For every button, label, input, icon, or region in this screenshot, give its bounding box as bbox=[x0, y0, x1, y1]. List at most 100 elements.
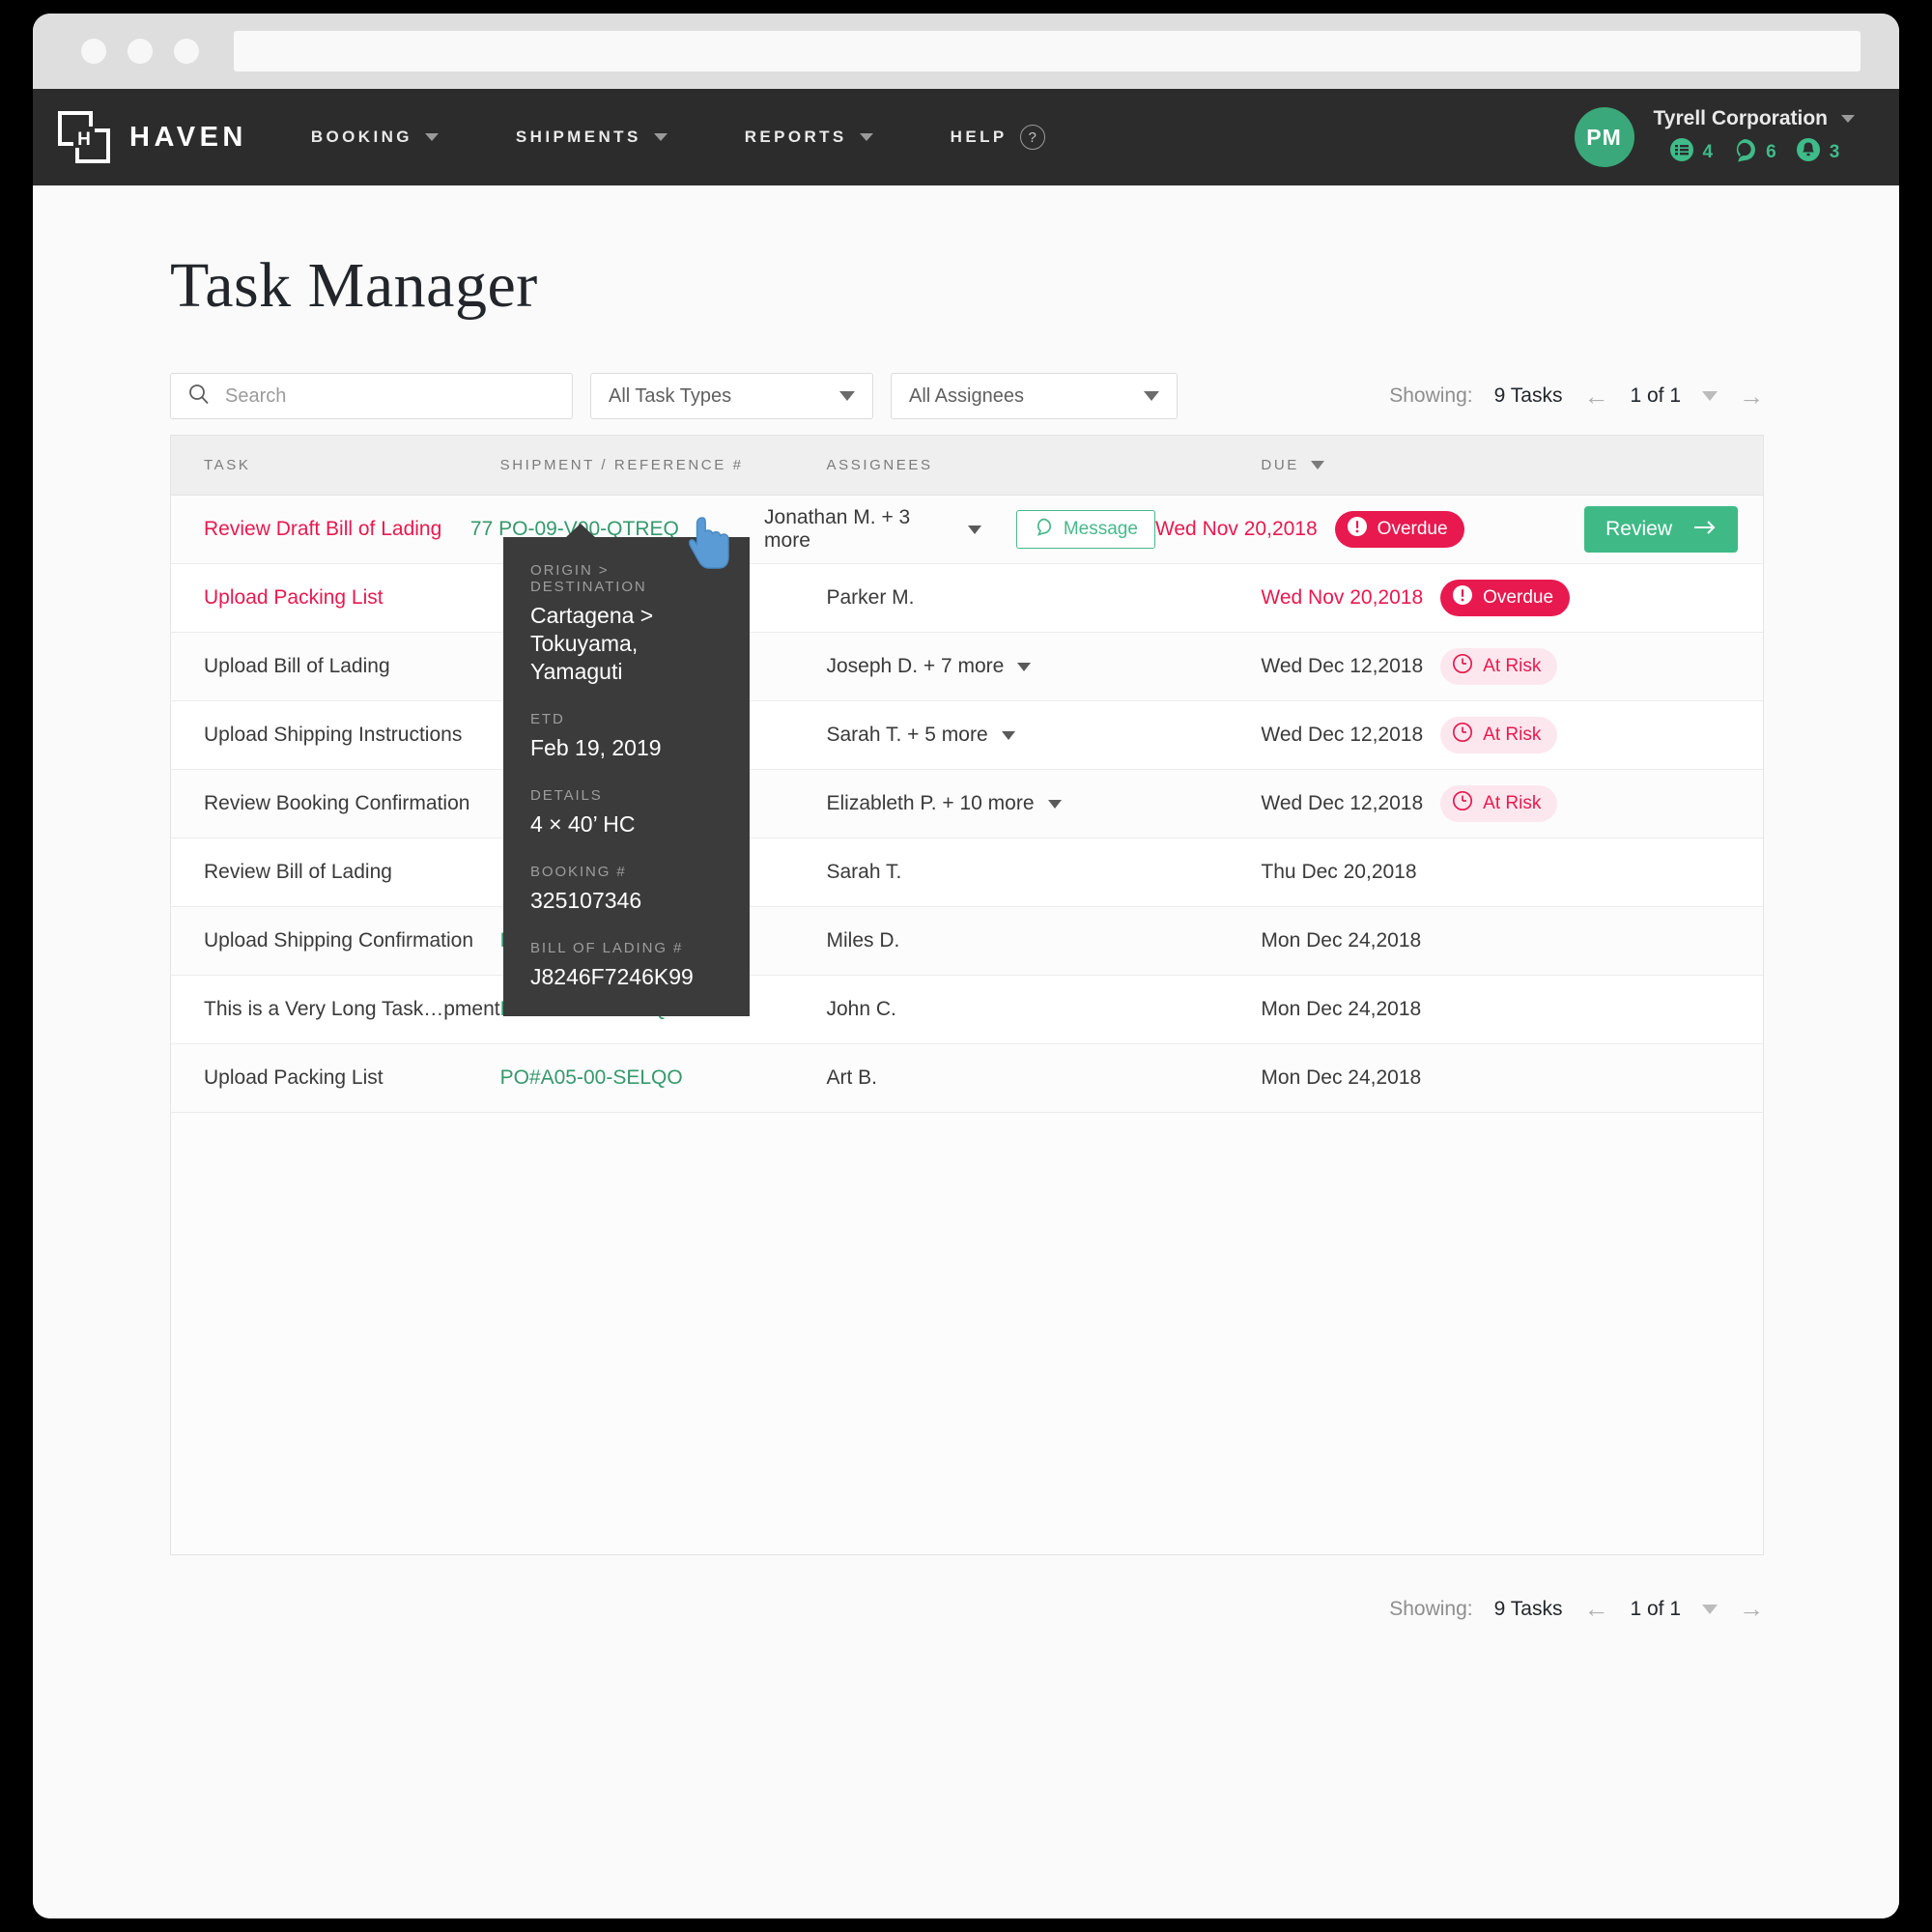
filter-bar: All Task Types All Assignees Showing: 9 … bbox=[33, 323, 1899, 427]
due-date: Wed Dec 12,2018 bbox=[1261, 655, 1424, 677]
due-cell: Wed Dec 12,2018 At Risk bbox=[1261, 717, 1738, 753]
status-badge: At Risk bbox=[1440, 717, 1558, 753]
exclamation-circle-icon bbox=[1452, 584, 1473, 611]
brand-name: HAVEN bbox=[129, 121, 247, 153]
minimize-icon[interactable] bbox=[128, 39, 153, 64]
page-indicator: 1 of 1 bbox=[1630, 1597, 1681, 1620]
status-badge-label: At Risk bbox=[1483, 724, 1542, 745]
chevron-down-icon[interactable] bbox=[1047, 799, 1062, 809]
clock-icon bbox=[1452, 790, 1473, 817]
chevron-down-icon[interactable] bbox=[967, 525, 981, 534]
page-select-chevron-down-icon[interactable] bbox=[1702, 1604, 1718, 1614]
chevron-down-icon bbox=[1144, 391, 1159, 401]
showing-label: Showing: bbox=[1389, 1597, 1473, 1620]
chevron-down-icon bbox=[839, 391, 855, 401]
alerts-badge[interactable]: 3 bbox=[1796, 137, 1839, 167]
nav-item-label: SHIPMENTS bbox=[515, 128, 641, 146]
table-header-row: TASK SHIPMENT / REFERENCE # ASSIGNEES DU… bbox=[171, 436, 1763, 496]
tasks-list-icon bbox=[1669, 137, 1694, 167]
shipment-reference-link[interactable]: PO#A05-00-SELQO bbox=[500, 1066, 683, 1089]
nav-item-label: REPORTS bbox=[744, 128, 847, 146]
table-row[interactable]: This is a Very Long Task…pmentPO#A05-00-… bbox=[171, 976, 1763, 1044]
assignees-cell: Joseph D. + 7 more bbox=[827, 655, 1262, 678]
page-select-chevron-down-icon[interactable] bbox=[1702, 391, 1718, 401]
table-row[interactable]: Review Draft Bill of Lading 77 PO-09-V00-… bbox=[171, 496, 1763, 564]
task-type-filter[interactable]: All Task Types bbox=[590, 373, 873, 419]
task-name[interactable]: Upload Bill of Lading bbox=[171, 655, 500, 678]
tasks-badge[interactable]: 4 bbox=[1669, 137, 1714, 167]
assignee-name: Sarah T. bbox=[826, 861, 902, 883]
review-button[interactable]: Review bbox=[1584, 506, 1738, 553]
task-name[interactable]: Upload Shipping Instructions bbox=[171, 724, 500, 747]
assignees-cell: John C. bbox=[827, 998, 1262, 1021]
prev-page-button[interactable]: ← bbox=[1583, 1594, 1608, 1624]
org-switcher[interactable]: Tyrell Corporation bbox=[1654, 107, 1855, 130]
messages-badge-count: 6 bbox=[1766, 141, 1776, 162]
table-row[interactable]: Review Booking Confirmation Elizableth P.… bbox=[171, 770, 1763, 838]
address-bar[interactable] bbox=[234, 31, 1861, 71]
avatar[interactable]: PM bbox=[1574, 107, 1634, 167]
pagination-bottom: Showing: 9 Tasks ← 1 of 1 → bbox=[1389, 1594, 1764, 1624]
maximize-icon[interactable] bbox=[174, 39, 199, 64]
page-title: Task Manager bbox=[170, 250, 538, 321]
bell-icon bbox=[1796, 137, 1821, 167]
sort-descending-icon bbox=[1310, 461, 1324, 469]
search-input[interactable] bbox=[225, 384, 554, 408]
chevron-down-icon[interactable] bbox=[1017, 662, 1032, 671]
brand-logo[interactable]: H HAVEN bbox=[58, 111, 247, 163]
status-badge: At Risk bbox=[1440, 785, 1558, 822]
table-row[interactable]: Review Bill of Lading Sarah T. Thu Dec 20,… bbox=[171, 838, 1763, 907]
table-row[interactable]: Upload Packing List Parker M. Wed Nov 20,2… bbox=[171, 564, 1763, 633]
message-button[interactable]: Message bbox=[1015, 510, 1155, 549]
assignees-cell: Miles D. bbox=[827, 929, 1262, 952]
tooltip-body: ORIGIN > DESTINATION Cartagena > Tokuyama,… bbox=[530, 562, 724, 991]
showing-count: 9 Tasks bbox=[1493, 1597, 1563, 1620]
shipment-reference-cell: PO#A05-00-SELQO bbox=[500, 1066, 827, 1090]
column-header-task: TASK bbox=[204, 457, 251, 473]
task-name[interactable]: Upload Packing List bbox=[171, 1066, 500, 1090]
window-controls bbox=[81, 39, 199, 64]
task-name[interactable]: Review Draft Bill of Lading bbox=[171, 518, 470, 541]
close-icon[interactable] bbox=[81, 39, 106, 64]
nav-menu: BOOKING SHIPMENTS REPORTS HELP ? bbox=[311, 125, 1122, 150]
task-name[interactable]: Review Booking Confirmation bbox=[171, 792, 500, 815]
due-cell: Wed Dec 12,2018 At Risk bbox=[1261, 785, 1738, 822]
due-cell: Wed Dec 12,2018 At Risk bbox=[1261, 648, 1738, 685]
search-box[interactable] bbox=[170, 373, 573, 419]
nav-item-booking[interactable]: BOOKING bbox=[311, 128, 439, 147]
chevron-down-icon bbox=[859, 133, 873, 141]
arrow-right-icon bbox=[1693, 518, 1717, 541]
table-row[interactable]: Upload Packing List PO#A05-00-SELQO Art B.… bbox=[171, 1044, 1763, 1113]
column-header-due[interactable]: DUE bbox=[1261, 457, 1738, 473]
task-name[interactable]: Review Bill of Lading bbox=[171, 861, 500, 884]
task-name[interactable]: This is a Very Long Task…pment bbox=[171, 998, 500, 1021]
mouse-cursor-pointing-hand-icon bbox=[689, 516, 733, 577]
table-row[interactable]: Upload Shipping Instructions Sarah T. + 5… bbox=[171, 701, 1763, 770]
due-cell: Mon Dec 24,2018 bbox=[1261, 929, 1738, 952]
table-row[interactable]: Upload Shipping ConfirmationPO#A05-00-SE… bbox=[171, 907, 1763, 976]
column-header-reference: SHIPMENT / REFERENCE # bbox=[499, 457, 744, 473]
next-page-button[interactable]: → bbox=[1739, 382, 1764, 412]
task-type-filter-label: All Task Types bbox=[609, 384, 732, 407]
tooltip-field-value: J8246F7246K99 bbox=[530, 964, 694, 989]
assignee-name: Art B. bbox=[826, 1066, 878, 1089]
tooltip-field-value: 4 × 40’ HC bbox=[530, 811, 636, 837]
prev-page-button[interactable]: ← bbox=[1583, 382, 1608, 412]
assignee-filter[interactable]: All Assignees bbox=[891, 373, 1178, 419]
nav-item-shipments[interactable]: SHIPMENTS bbox=[516, 128, 668, 147]
nav-item-reports[interactable]: REPORTS bbox=[745, 128, 873, 147]
browser-chrome-bar bbox=[33, 14, 1899, 89]
task-name[interactable]: Upload Shipping Confirmation bbox=[171, 929, 500, 952]
table-row[interactable]: Upload Bill of Lading Joseph D. + 7 more W… bbox=[171, 633, 1763, 701]
assignee-name: Joseph D. + 7 more bbox=[826, 655, 1005, 677]
tasks-badge-count: 4 bbox=[1702, 141, 1714, 162]
chevron-down-icon[interactable] bbox=[1001, 730, 1015, 740]
task-name[interactable]: Upload Packing List bbox=[171, 586, 500, 610]
shipment-tooltip: ORIGIN > DESTINATION Cartagena > Tokuyama,… bbox=[503, 524, 750, 1016]
chevron-down-icon bbox=[1841, 115, 1855, 123]
nav-item-label: BOOKING bbox=[310, 128, 412, 146]
next-page-button[interactable]: → bbox=[1739, 1594, 1764, 1624]
nav-item-help[interactable]: HELP ? bbox=[951, 125, 1045, 150]
messages-badge[interactable]: 6 bbox=[1732, 137, 1776, 167]
assignee-name: Jonathan M. + 3 more bbox=[764, 506, 911, 552]
